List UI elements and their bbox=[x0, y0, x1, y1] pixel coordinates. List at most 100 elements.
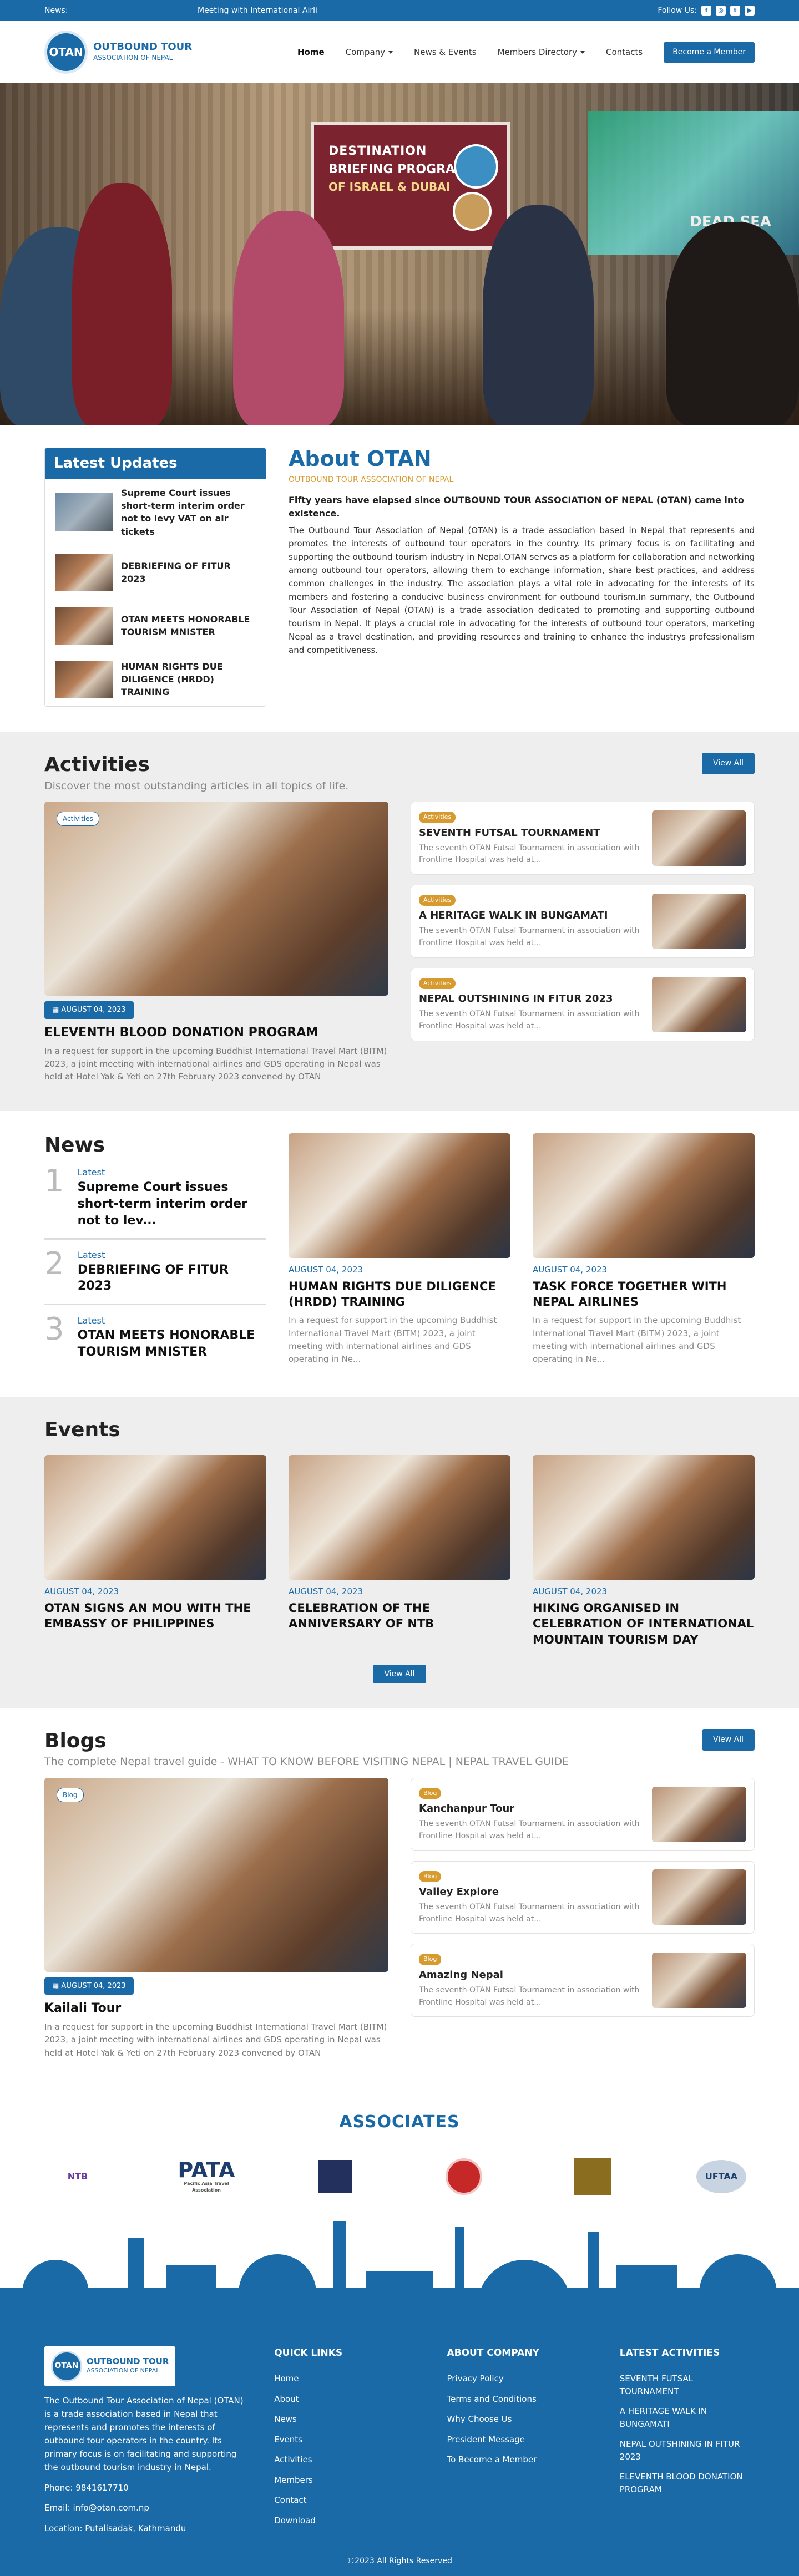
associate-logo[interactable] bbox=[559, 2154, 626, 2199]
date-chip: ▦ AUGUST 04, 2023 bbox=[44, 1977, 134, 1995]
twitter-icon[interactable]: t bbox=[730, 6, 740, 16]
copyright: ©2023 All Rights Reserved bbox=[0, 2551, 799, 2576]
blogs-subtitle: The complete Nepal travel guide - WHAT T… bbox=[44, 1756, 569, 1768]
events-title: Events bbox=[44, 1418, 120, 1442]
news-card[interactable]: AUGUST 04, 2023 TASK FORCE TOGETHER WITH … bbox=[533, 1133, 755, 1369]
event-card[interactable]: AUGUST 04, 2023 HIKING ORGANISED IN CELEB… bbox=[533, 1455, 755, 1647]
news-list-item[interactable]: 1 Latest Supreme Court issues short-term i… bbox=[44, 1157, 266, 1240]
about-company-heading: ABOUT COMPANY bbox=[447, 2347, 539, 2359]
activity-card[interactable]: Activities A HERITAGE WALK IN BUNGAMATI Th… bbox=[411, 884, 755, 958]
footer-email[interactable]: Email: info@otan.com.np bbox=[44, 2502, 252, 2514]
event-card[interactable]: AUGUST 04, 2023 CELEBRATION OF THE ANNIVE… bbox=[289, 1455, 510, 1647]
nav-home[interactable]: Home bbox=[297, 46, 325, 59]
event-card[interactable]: AUGUST 04, 2023 OTAN SIGNS AN MOU WITH TH… bbox=[44, 1455, 266, 1647]
footer-link-president[interactable]: President Message bbox=[447, 2433, 597, 2446]
news-ticker[interactable]: Meeting with International Airli bbox=[198, 5, 317, 17]
blog-card[interactable]: Blog Amazing Nepal The seventh OTAN Futsal… bbox=[411, 1944, 755, 2017]
ntb-logo[interactable]: NTB bbox=[44, 2154, 111, 2199]
news-number: 1 bbox=[44, 1163, 64, 1200]
featured-blog[interactable]: Blog ▦ AUGUST 04, 2023 Kailali Tour In a… bbox=[44, 1777, 388, 2060]
associate-logo[interactable] bbox=[431, 2154, 497, 2199]
latest-item[interactable]: DEBRIEFING OF FITUR 2023 bbox=[45, 546, 266, 599]
footer-activity-link[interactable]: ELEVENTH BLOOD DONATION PROGRAM bbox=[620, 2471, 755, 2496]
activities-view-all-button[interactable]: View All bbox=[701, 753, 755, 775]
footer-link-activities[interactable]: Activities bbox=[274, 2453, 424, 2466]
footer-link-home[interactable]: Home bbox=[274, 2372, 424, 2385]
hero-banner: DESTINATION BRIEFING PROGRAM OF ISRAEL &… bbox=[311, 122, 510, 250]
card-desc: The seventh OTAN Futsal Tournament in as… bbox=[419, 843, 640, 865]
event-date: AUGUST 04, 2023 bbox=[44, 1586, 119, 1597]
date-text: AUGUST 04, 2023 bbox=[61, 1006, 126, 1014]
associates-section: ASSOCIATES NTB PATA Pacific Asia Travel A… bbox=[0, 2087, 799, 2215]
activity-card[interactable]: Activities NEPAL OUTSHINING IN FITUR 2023… bbox=[411, 967, 755, 1041]
blog-card[interactable]: Blog Valley Explore The seventh OTAN Futsa… bbox=[411, 1860, 755, 1934]
news-list-item[interactable]: 2 Latest DEBRIEFING OF FITUR 2023 bbox=[44, 1240, 266, 1305]
follow-us-label: Follow Us: bbox=[658, 6, 697, 15]
activity-card[interactable]: Activities SEVENTH FUTSAL TOURNAMENT The s… bbox=[411, 802, 755, 875]
about-text: About OTAN OUTBOUND TOUR ASSOCIATION OF … bbox=[289, 447, 755, 707]
card-title: A HERITAGE WALK IN BUNGAMATI bbox=[419, 910, 608, 922]
footer-link-become-member[interactable]: To Become a Member bbox=[447, 2453, 597, 2466]
activities-title: Activities bbox=[44, 753, 150, 777]
footer-link-privacy[interactable]: Privacy Policy bbox=[447, 2372, 597, 2385]
featured-activity[interactable]: Activities ▦ AUGUST 04, 2023 ELEVENTH BL… bbox=[44, 802, 388, 1083]
footer-link-why-choose[interactable]: Why Choose Us bbox=[447, 2413, 597, 2426]
news-item-title: OTAN MEETS HONORABLE TOURISM MNISTER bbox=[77, 1328, 255, 1359]
nav-contacts[interactable]: Contacts bbox=[606, 46, 643, 59]
hero-image: DESTINATION BRIEFING PROGRAM OF ISRAEL &… bbox=[0, 83, 799, 425]
become-member-button[interactable]: Become a Member bbox=[664, 42, 755, 63]
header: OTAN OUTBOUND TOUR ASSOCIATION OF NEPAL … bbox=[0, 21, 799, 83]
footer: OTAN OUTBOUND TOUR ASSOCIATION OF NEPAL T… bbox=[0, 2326, 799, 2552]
news-list-item[interactable]: 3 Latest OTAN MEETS HONORABLE TOURISM MNIS… bbox=[44, 1305, 266, 1369]
associate-logo[interactable] bbox=[302, 2154, 368, 2199]
news-card-desc: In a request for support in the upcoming… bbox=[289, 1315, 497, 1365]
associates-title: ASSOCIATES bbox=[339, 2112, 460, 2132]
footer-activity-link[interactable]: SEVENTH FUTSAL TOURNAMENT bbox=[620, 2372, 755, 2397]
youtube-icon[interactable]: ▶ bbox=[745, 6, 755, 16]
footer-link-news[interactable]: News bbox=[274, 2413, 424, 2426]
footer-link-events[interactable]: Events bbox=[274, 2433, 424, 2446]
footer-logo[interactable]: OTAN OUTBOUND TOUR ASSOCIATION OF NEPAL bbox=[44, 2346, 176, 2386]
blogs-section: Blogs The complete Nepal travel guide - … bbox=[0, 1708, 799, 2087]
activities-section: Activities Discover the most outstanding… bbox=[0, 732, 799, 1112]
latest-item[interactable]: HUMAN RIGHTS DUE DILIGENCE (HRDD) TRAINI… bbox=[45, 652, 266, 707]
category-badge: Blog bbox=[419, 1787, 442, 1799]
news-card[interactable]: AUGUST 04, 2023 HUMAN RIGHTS DUE DILIGENC… bbox=[289, 1133, 510, 1369]
nav-company[interactable]: Company bbox=[346, 46, 393, 59]
footer-link-about[interactable]: About bbox=[274, 2393, 424, 2406]
footer-activity-link[interactable]: NEPAL OUTSHINING IN FITUR 2023 bbox=[620, 2438, 755, 2463]
nav-members-directory[interactable]: Members Directory bbox=[498, 46, 585, 59]
facebook-icon[interactable]: f bbox=[701, 6, 711, 16]
activities-subtitle: Discover the most outstanding articles i… bbox=[44, 779, 349, 792]
blogs-view-all-button[interactable]: View All bbox=[701, 1728, 755, 1751]
events-view-all-button[interactable]: View All bbox=[373, 1664, 426, 1683]
card-desc: The seventh OTAN Futsal Tournament in as… bbox=[419, 1985, 640, 2007]
event-image bbox=[533, 1455, 755, 1580]
news-card-image bbox=[533, 1133, 755, 1259]
news-title: News bbox=[44, 1134, 105, 1157]
footer-link-members[interactable]: Members bbox=[274, 2474, 424, 2487]
nav-news-events[interactable]: News & Events bbox=[414, 46, 477, 59]
events-section: Events AUGUST 04, 2023 OTAN SIGNS AN MOU … bbox=[0, 1397, 799, 1708]
footer-activity-link[interactable]: A HERITAGE WALK IN BUNGAMATI bbox=[620, 2405, 755, 2430]
card-title: Kanchanpur Tour bbox=[419, 1803, 515, 1815]
card-thumb bbox=[652, 1869, 746, 1925]
calendar-icon: ▦ bbox=[52, 1981, 62, 1990]
latest-item[interactable]: OTAN MEETS HONORABLE TOURISM MNISTER bbox=[45, 599, 266, 652]
news-card-date: AUGUST 04, 2023 bbox=[289, 1265, 363, 1275]
card-desc: The seventh OTAN Futsal Tournament in as… bbox=[419, 1010, 640, 1031]
blog-card[interactable]: Blog Kanchanpur Tour The seventh OTAN Futs… bbox=[411, 1777, 755, 1851]
footer-link-contact[interactable]: Contact bbox=[274, 2494, 424, 2507]
footer-link-terms[interactable]: Terms and Conditions bbox=[447, 2393, 597, 2406]
footer-link-download[interactable]: Download bbox=[274, 2514, 424, 2527]
footer-phone: Phone: 9841617710 bbox=[44, 2482, 129, 2493]
latest-item[interactable]: Supreme Court issues short-term interim … bbox=[45, 479, 266, 546]
card-thumb bbox=[652, 976, 746, 1032]
footer-logo-mark: OTAN bbox=[51, 2350, 82, 2382]
uftaa-logo[interactable]: UFTAA bbox=[688, 2154, 755, 2199]
pata-logo[interactable]: PATA Pacific Asia Travel Association bbox=[173, 2154, 240, 2199]
logo-line2: ASSOCIATION OF NEPAL bbox=[93, 53, 173, 62]
footer-logo-line2: ASSOCIATION OF NEPAL bbox=[87, 2366, 160, 2374]
site-logo[interactable]: OTAN OUTBOUND TOUR ASSOCIATION OF NEPAL bbox=[44, 31, 192, 74]
instagram-icon[interactable]: ◎ bbox=[716, 6, 726, 16]
